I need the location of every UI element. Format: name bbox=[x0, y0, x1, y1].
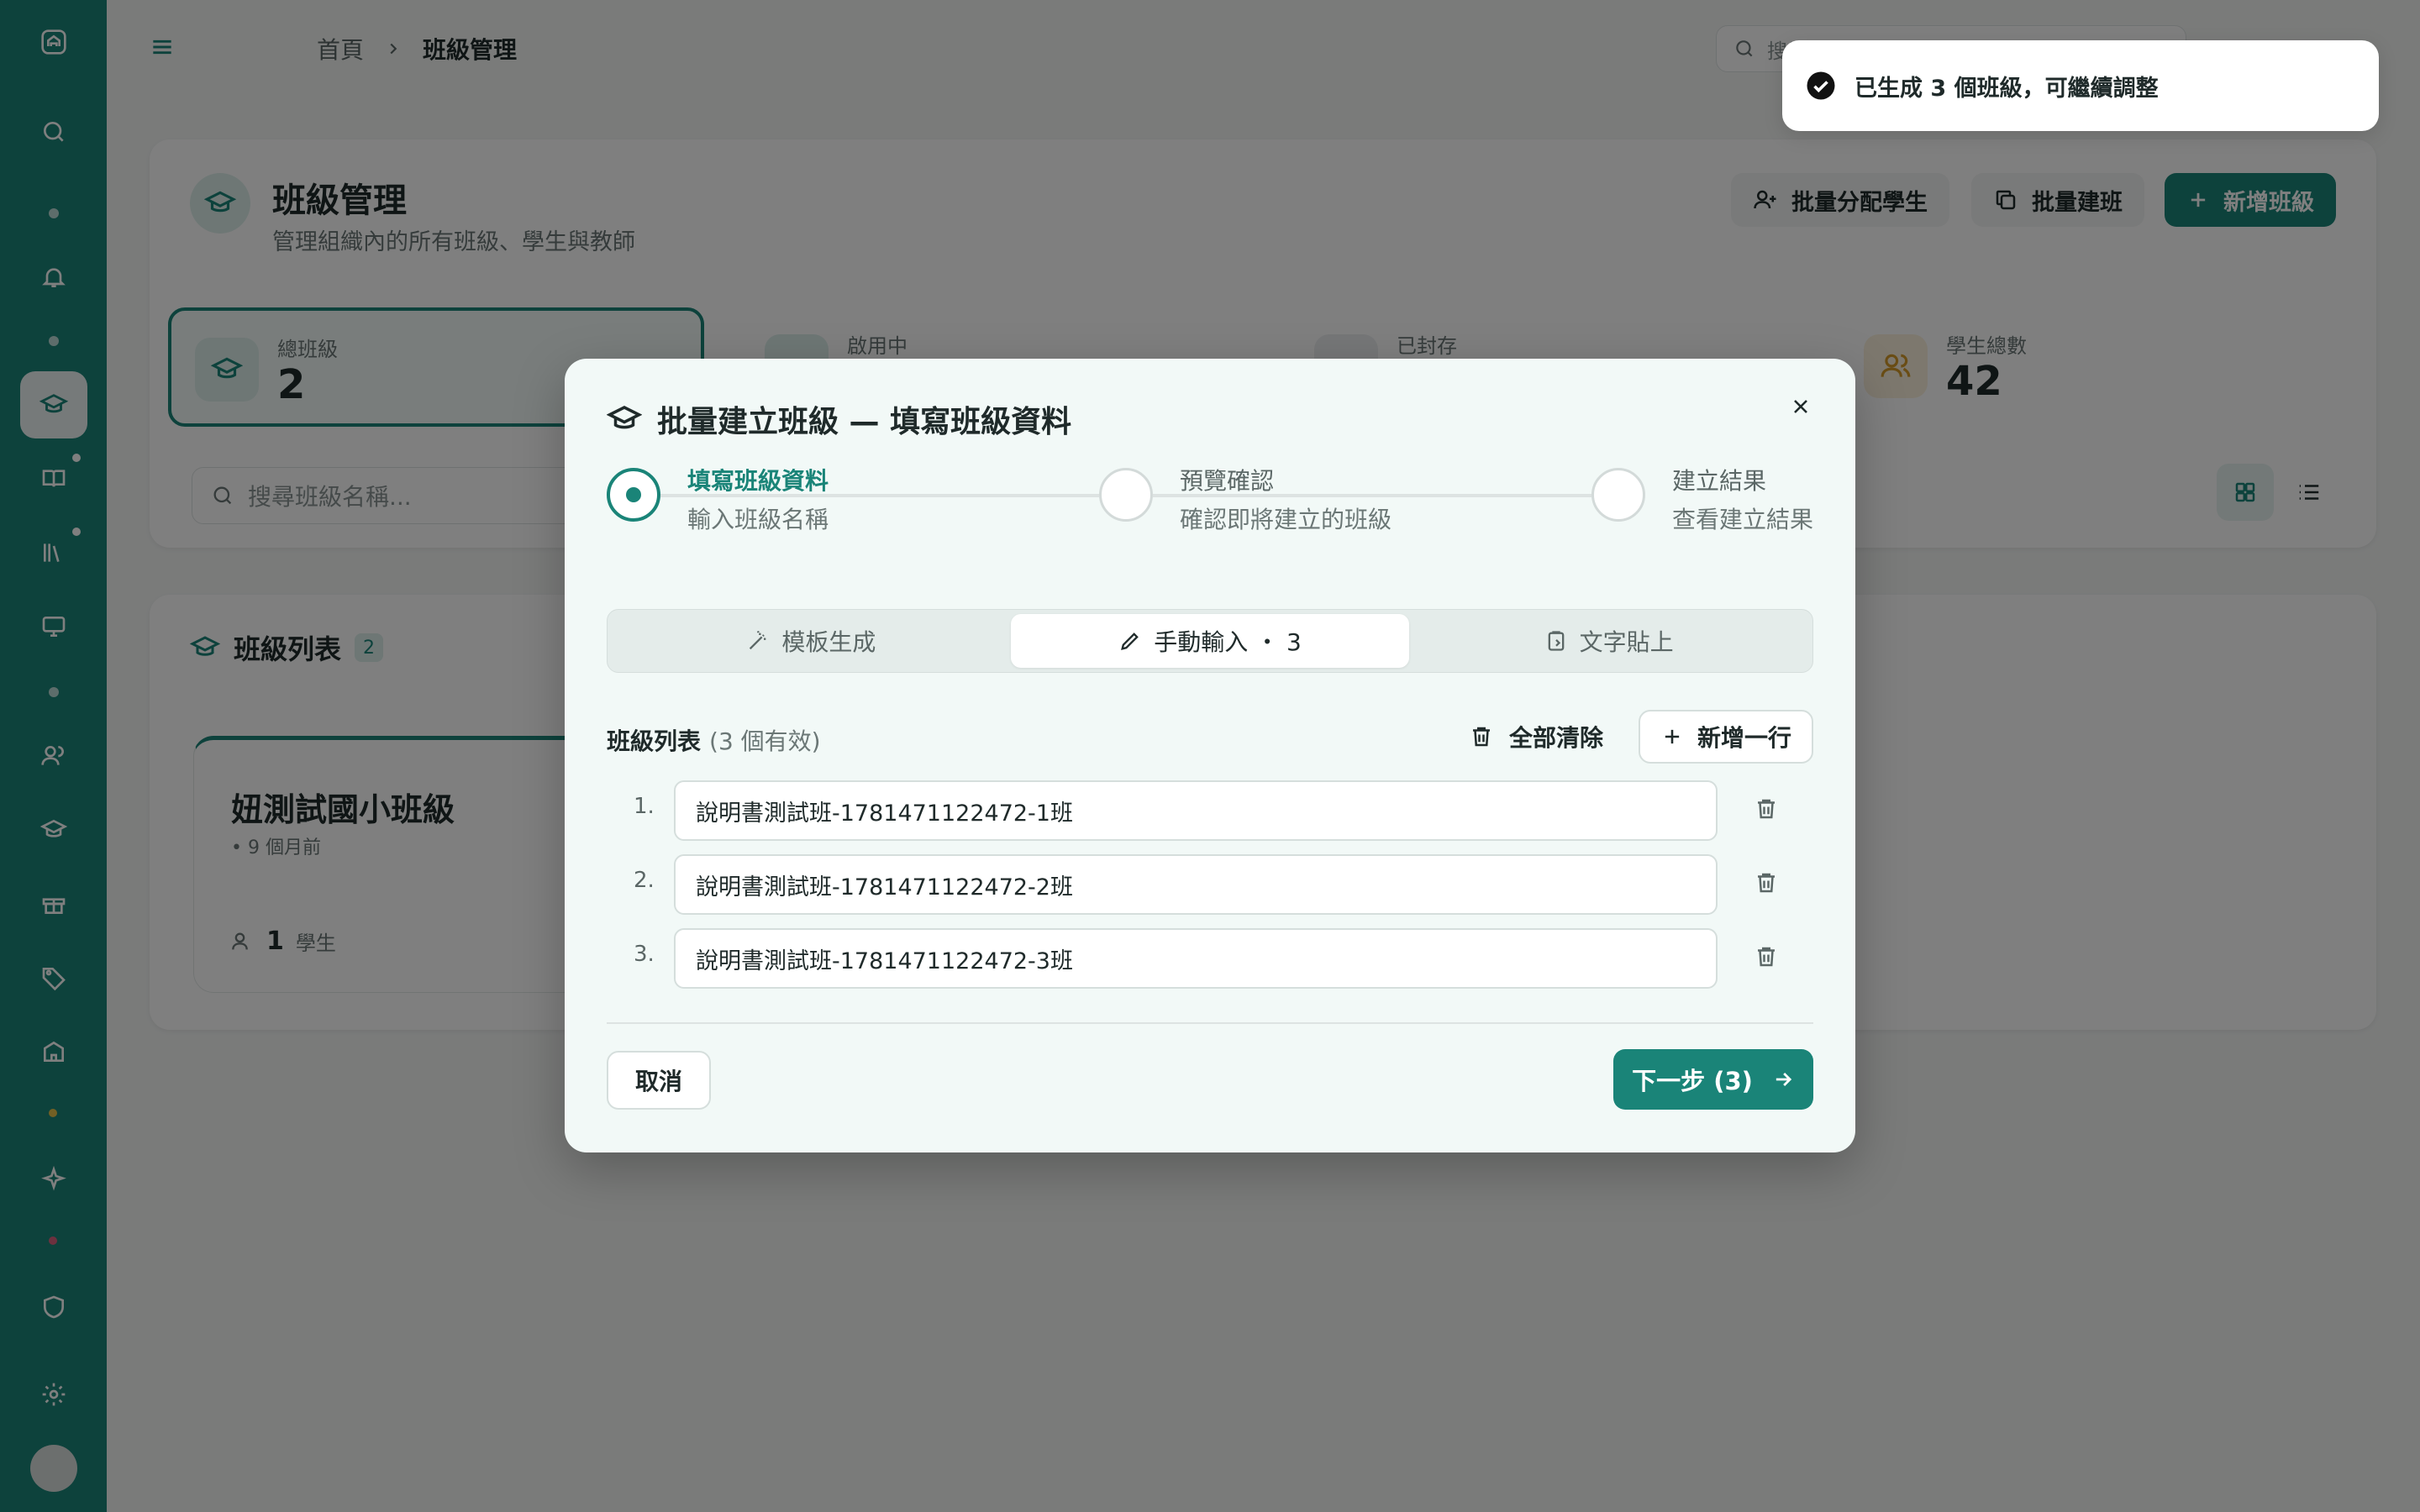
step-3-name: 建立結果 bbox=[1672, 467, 1767, 495]
toast-message: 已生成 3 個班級，可繼續調整 bbox=[1854, 75, 2159, 102]
clear-all-label: 全部清除 bbox=[1509, 724, 1604, 752]
step-3-desc: 查看建立結果 bbox=[1672, 506, 1814, 533]
trash-icon bbox=[1473, 727, 1490, 747]
plus-icon bbox=[1665, 729, 1680, 744]
step-3-indicator bbox=[1591, 468, 1645, 522]
modal-title-text: 批量建立班級 — 填寫班級資料 bbox=[657, 405, 1072, 439]
class-list-toolbar: 班級列表 (3 個有效) 全部清除 新增一行 bbox=[607, 710, 1813, 764]
delete-row-button[interactable] bbox=[1749, 940, 1783, 974]
class-row: 1. bbox=[607, 780, 1813, 841]
tab-paste-label: 文字貼上 bbox=[1579, 628, 1674, 656]
valid-count: (3 個有效) bbox=[709, 727, 821, 755]
tab-template[interactable]: 模板生成 bbox=[612, 614, 1011, 668]
step-2-desc: 確認即將建立的班級 bbox=[1180, 506, 1392, 533]
row-number: 3. bbox=[634, 942, 655, 967]
class-list-label-text: 班級列表 bbox=[607, 727, 702, 755]
delete-row-button[interactable] bbox=[1749, 792, 1783, 826]
add-row-label: 新增一行 bbox=[1697, 724, 1791, 752]
tab-paste[interactable]: 文字貼上 bbox=[1409, 614, 1808, 668]
step-1-indicator bbox=[607, 468, 660, 522]
modal-title: 批量建立班級 — 填寫班級資料 bbox=[607, 397, 1071, 441]
step-3: 建立結果 查看建立結果 bbox=[1672, 463, 1813, 535]
row-number: 1. bbox=[634, 794, 655, 819]
cancel-button[interactable]: 取消 bbox=[607, 1051, 711, 1110]
tab-template-label: 模板生成 bbox=[781, 628, 876, 656]
clear-all-button[interactable]: 全部清除 bbox=[1469, 718, 1603, 755]
step-2-indicator bbox=[1099, 468, 1153, 522]
class-name-input[interactable] bbox=[674, 928, 1718, 989]
next-step-button[interactable]: 下一步 (3) bbox=[1613, 1049, 1813, 1110]
check-circle-icon bbox=[1807, 71, 1835, 100]
step-2: 預覽確認 確認即將建立的班級 bbox=[1180, 463, 1392, 535]
pencil-icon bbox=[1121, 633, 1139, 650]
input-mode-tabs: 模板生成 手動輸入 ・ 3 文字貼上 bbox=[607, 609, 1813, 673]
class-row: 2. bbox=[607, 854, 1813, 915]
step-1-desc: 輸入班級名稱 bbox=[687, 506, 829, 533]
success-toast: 已生成 3 個班級，可繼續調整 bbox=[1782, 40, 2379, 131]
step-1: 填寫班級資料 輸入班級名稱 bbox=[687, 463, 829, 535]
clipboard-icon bbox=[1548, 631, 1565, 651]
class-name-input[interactable] bbox=[674, 854, 1718, 915]
tab-manual[interactable]: 手動輸入 ・ 3 bbox=[1010, 614, 1410, 668]
modal-divider bbox=[607, 1022, 1813, 1024]
next-step-label: 下一步 (3) bbox=[1632, 1067, 1753, 1095]
step-2-name: 預覽確認 bbox=[1180, 467, 1275, 495]
tab-manual-label: 手動輸入 ・ 3 bbox=[1154, 628, 1302, 656]
stepper: 填寫班級資料 輸入班級名稱 預覽確認 確認即將建立的班級 建立結果 查看建立結果 bbox=[607, 463, 1813, 533]
class-name-input[interactable] bbox=[674, 780, 1718, 841]
graduation-cap-icon bbox=[607, 406, 642, 429]
arrow-right-icon bbox=[1776, 1073, 1792, 1086]
close-icon bbox=[1794, 400, 1807, 413]
delete-row-button[interactable] bbox=[1749, 866, 1783, 900]
add-row-button[interactable]: 新增一行 bbox=[1639, 710, 1813, 764]
trash-icon bbox=[1758, 947, 1775, 967]
close-button[interactable] bbox=[1780, 386, 1822, 428]
step-1-name: 填寫班級資料 bbox=[687, 467, 829, 495]
row-number: 2. bbox=[634, 868, 655, 893]
trash-icon bbox=[1758, 799, 1775, 819]
class-row: 3. bbox=[607, 928, 1813, 989]
batch-create-modal: 批量建立班級 — 填寫班級資料 填寫班級資料 輸入班級名稱 預覽確認 確認即將建… bbox=[565, 359, 1855, 1152]
trash-icon bbox=[1758, 873, 1775, 893]
magic-wand-icon bbox=[750, 630, 766, 650]
class-list-label: 班級列表 (3 個有效) bbox=[607, 723, 821, 757]
